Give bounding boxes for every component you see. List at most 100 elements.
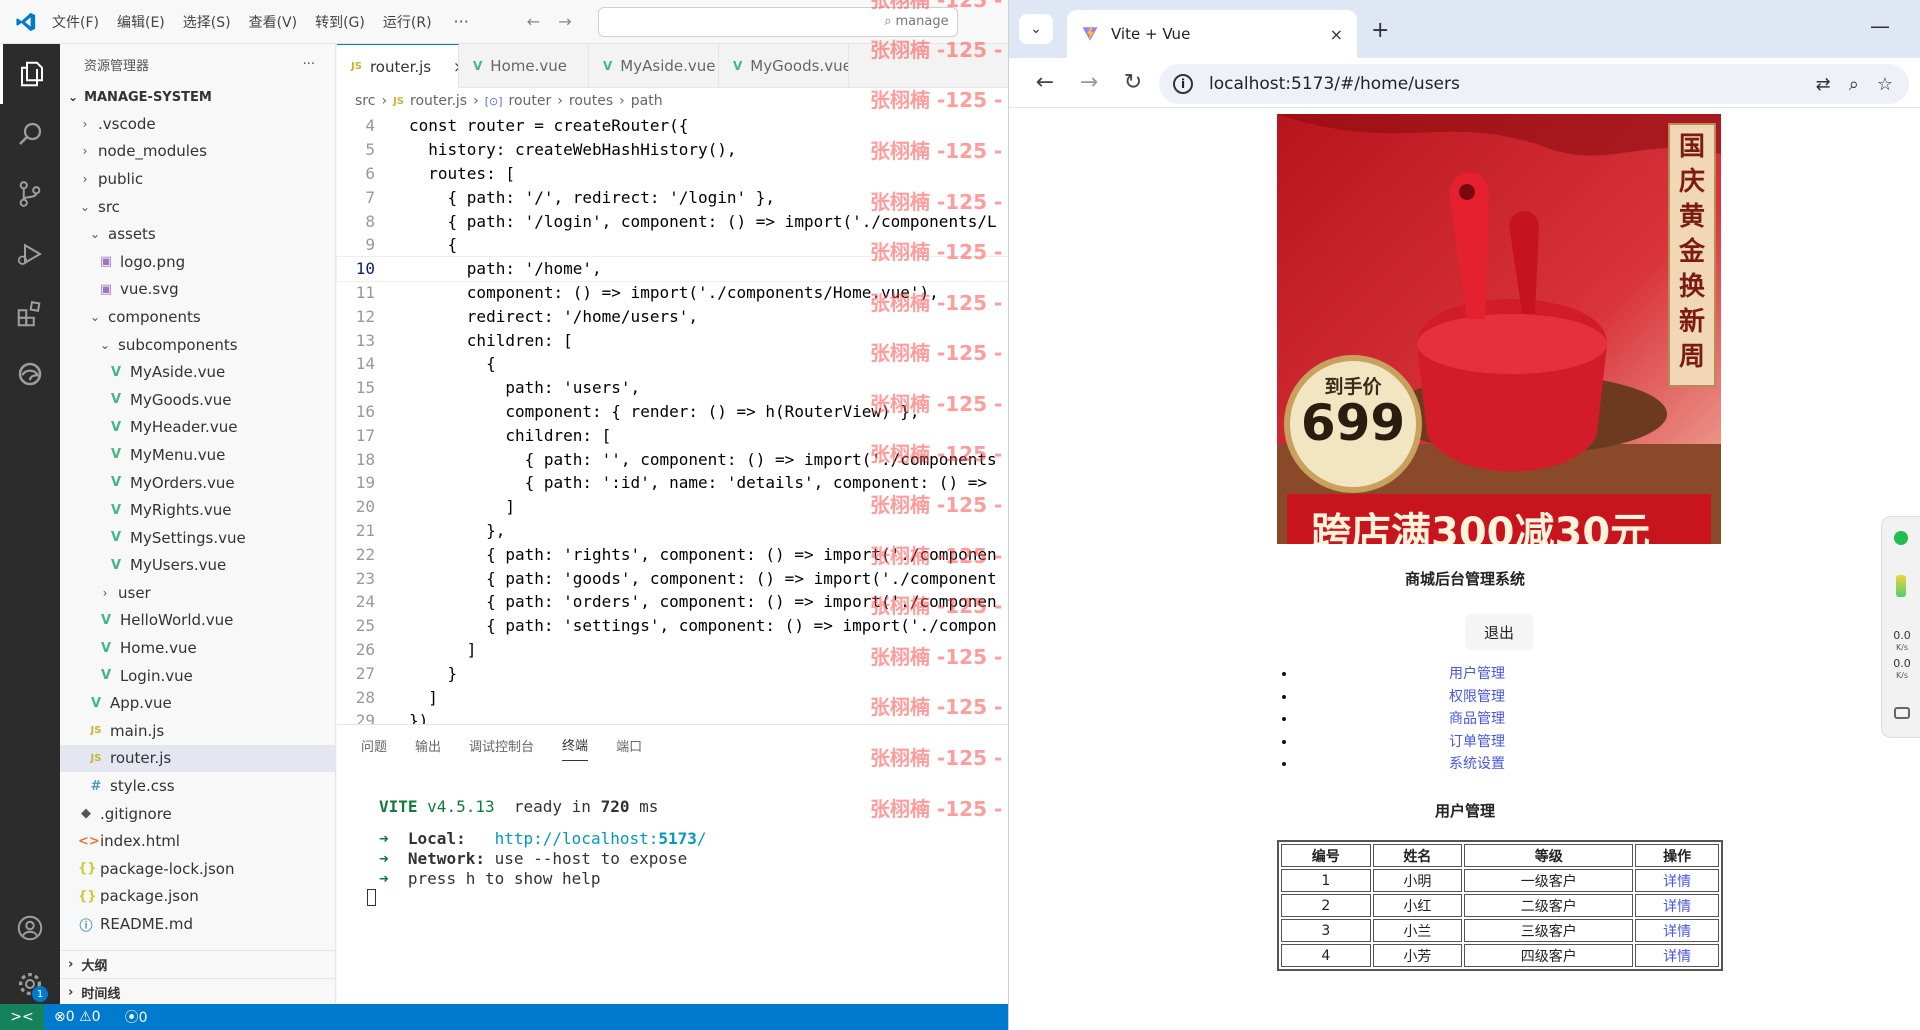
tree-item[interactable]: V App.vue [60, 689, 335, 717]
tree-item[interactable]: V MyRights.vue [60, 496, 335, 524]
panel-tab[interactable]: 终端 [562, 735, 589, 761]
tree-item[interactable]: ▣ vue.svg [60, 276, 335, 304]
tree-item[interactable]: ⌄ components [60, 303, 335, 331]
breadcrumb-item[interactable]: path [631, 93, 663, 109]
breadcrumb-item[interactable]: › [557, 93, 563, 109]
nav-menu-item[interactable]: 系统设置 [1297, 753, 1657, 776]
tree-item[interactable]: JS router.js [60, 744, 335, 773]
tree-item[interactable]: {} package.json [60, 883, 335, 911]
new-tab-button[interactable]: + [1371, 18, 1389, 43]
nav-menu-item[interactable]: 权限管理 [1297, 686, 1657, 709]
source-control-icon[interactable] [0, 164, 60, 224]
address-bar[interactable]: i localhost:5173/#/home/users ⇄ ⌕ ☆ [1159, 64, 1909, 104]
menu-item[interactable]: 运行(R) [383, 12, 432, 32]
back-arrow-icon[interactable]: ← [1023, 70, 1067, 95]
menu-item[interactable]: 选择(S) [183, 12, 231, 32]
translate-icon[interactable]: ⇄ [1816, 74, 1831, 95]
project-root[interactable]: ⌄ MANAGE-SYSTEM [60, 84, 335, 110]
run-debug-icon[interactable] [0, 224, 60, 284]
menu-more-button[interactable]: ··· [454, 12, 469, 31]
tree-item[interactable]: › node_modules [60, 138, 335, 166]
tree-item[interactable]: ⓘ README.md [60, 910, 335, 938]
browser-tab[interactable]: Vite + Vue × [1067, 10, 1357, 58]
breadcrumb-item[interactable]: routes [569, 93, 613, 109]
search-icon[interactable] [0, 104, 60, 164]
code-line[interactable]: 23 { path: 'goods', component: () => imp… [337, 566, 1008, 590]
bookmark-star-icon[interactable]: ☆ [1877, 74, 1893, 95]
explorer-icon[interactable] [0, 44, 60, 104]
forward-arrow-icon[interactable]: → [558, 12, 571, 31]
tree-item[interactable]: V Home.vue [60, 634, 335, 662]
back-arrow-icon[interactable]: ← [527, 12, 540, 31]
tree-item[interactable]: ◆ .gitignore [60, 800, 335, 828]
tree-item[interactable]: ⌄ assets [60, 220, 335, 248]
tree-item[interactable]: ▣ logo.png [60, 248, 335, 276]
menu-item[interactable]: 查看(V) [249, 12, 298, 32]
extensions-icon[interactable] [0, 284, 60, 344]
breadcrumb-item[interactable]: router [509, 93, 552, 109]
tree-item[interactable]: V MyAside.vue [60, 358, 335, 386]
account-icon[interactable] [0, 900, 60, 956]
nav-menu-item[interactable]: 用户管理 [1297, 663, 1657, 686]
panel-tab[interactable]: 调试控制台 [469, 736, 534, 755]
tree-item[interactable]: › user [60, 579, 335, 607]
tree-item[interactable]: V MyGoods.vue [60, 386, 335, 414]
tree-item[interactable]: V MyOrders.vue [60, 469, 335, 497]
panel-tab[interactable]: 问题 [361, 736, 387, 755]
details-link[interactable]: 详情 [1635, 919, 1719, 942]
terminal-output[interactable]: VITE v4.5.13 ready in 720 ms ➜ Local: ht… [337, 765, 1008, 909]
tree-item[interactable]: › public [60, 165, 335, 193]
tree-item[interactable]: › .vscode [60, 110, 335, 138]
menu-item[interactable]: 编辑(E) [117, 12, 165, 32]
panel-tab[interactable]: 输出 [415, 736, 441, 755]
logout-button[interactable]: 退出 [1465, 614, 1533, 650]
panel-tab[interactable]: 端口 [616, 736, 642, 755]
breadcrumb-item[interactable]: › [381, 93, 387, 109]
tree-item[interactable]: V HelloWorld.vue [60, 607, 335, 635]
site-info-icon[interactable]: i [1173, 74, 1193, 94]
edge-devtools-icon[interactable] [0, 344, 60, 404]
tree-item[interactable]: # style.css [60, 772, 335, 800]
breadcrumb-item[interactable]: › [619, 93, 625, 109]
reload-icon[interactable]: ↻ [1111, 70, 1155, 95]
explorer-more-button[interactable]: ··· [303, 57, 315, 72]
details-link[interactable]: 详情 [1635, 869, 1719, 892]
network-monitor-widget[interactable]: 0.0 K/s 0.0 K/s [1881, 516, 1920, 738]
tree-item[interactable]: {} package-lock.json [60, 855, 335, 883]
breadcrumb-item[interactable]: src [355, 93, 375, 109]
tree-item[interactable]: V MyHeader.vue [60, 414, 335, 442]
tree-item[interactable]: ⌄ subcomponents [60, 331, 335, 359]
code-line[interactable]: 21 }, [337, 519, 1008, 543]
problems-status[interactable]: ⊗0 ⚠0 [54, 1009, 101, 1025]
timeline-section[interactable]: › 时间线 [60, 978, 336, 1006]
tree-item[interactable]: ⌄ src [60, 193, 335, 221]
breadcrumb-item[interactable]: router.js [410, 93, 467, 109]
details-link[interactable]: 详情 [1635, 944, 1719, 967]
editor-tab[interactable]: V Home.vue [459, 44, 589, 88]
details-link[interactable]: 详情 [1635, 894, 1719, 917]
local-url[interactable]: http://localhost:5173/ [495, 829, 707, 848]
camera-icon[interactable] [1894, 707, 1910, 719]
breadcrumb-item[interactable]: [⊙] [485, 95, 503, 108]
breadcrumb-item[interactable]: › [473, 93, 479, 109]
minimize-button[interactable]: — [1870, 14, 1890, 38]
tree-item[interactable]: V MyMenu.vue [60, 441, 335, 469]
tab-search-button[interactable]: ⌄ [1019, 14, 1053, 44]
tree-item[interactable]: V MyUsers.vue [60, 552, 335, 580]
menu-item[interactable]: 文件(F) [52, 12, 99, 32]
tree-item[interactable]: V MySettings.vue [60, 524, 335, 552]
remote-icon[interactable]: >< [0, 1004, 44, 1030]
nav-menu-item[interactable]: 商品管理 [1297, 708, 1657, 731]
outline-section[interactable]: › 大纲 [60, 950, 336, 978]
nav-menu-item[interactable]: 订单管理 [1297, 731, 1657, 754]
tree-item[interactable]: V Login.vue [60, 662, 335, 690]
zoom-icon[interactable]: ⌕ [1849, 74, 1859, 95]
tree-item[interactable]: <> index.html [60, 827, 335, 855]
code-line[interactable]: 6 routes: [ [337, 162, 1008, 186]
tree-item[interactable]: JS main.js [60, 717, 335, 745]
forward-arrow-icon[interactable]: → [1067, 70, 1111, 95]
editor-tab[interactable]: V MyGoods.vue [719, 44, 849, 88]
editor-tab[interactable]: V MyAside.vue [589, 44, 719, 88]
menu-item[interactable]: 转到(G) [315, 12, 365, 32]
editor-tab[interactable]: JSrouter.js× [337, 44, 459, 88]
